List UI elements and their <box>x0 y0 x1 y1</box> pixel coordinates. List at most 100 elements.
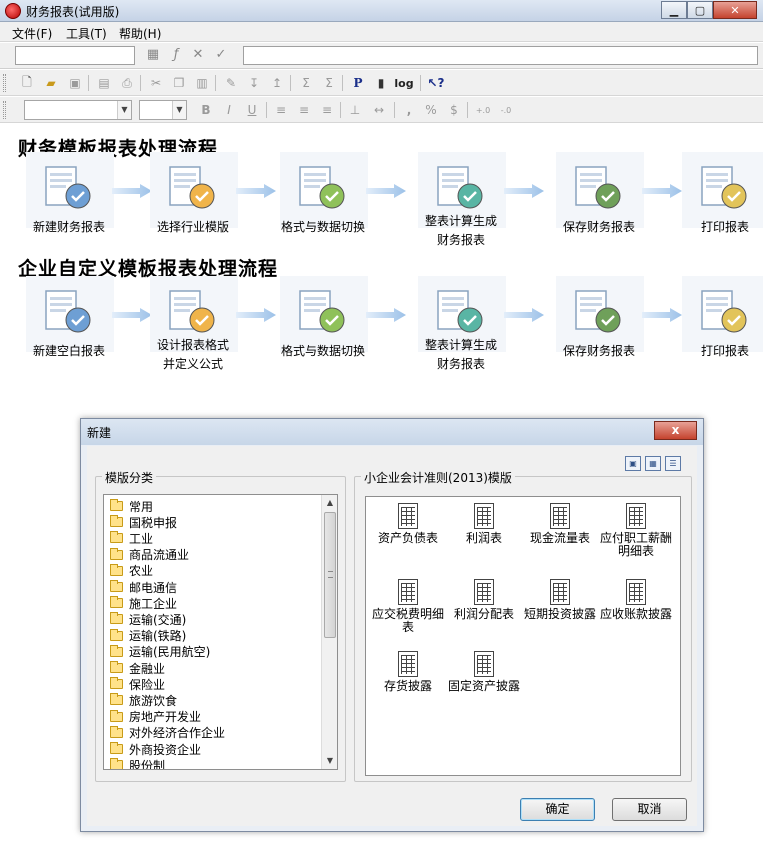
increase-decimal-icon[interactable]: +.0 <box>474 101 492 119</box>
close-button[interactable]: ✕ <box>713 1 757 19</box>
dialog-close-button[interactable]: x <box>654 421 697 440</box>
toolbar-grip[interactable] <box>3 74 6 92</box>
document-icon[interactable]: ▮ <box>372 74 390 92</box>
decrease-decimal-icon[interactable]: -.0 <box>497 101 515 119</box>
cell-reference-input[interactable] <box>15 46 135 65</box>
font-name-select[interactable]: ▼ <box>24 100 132 120</box>
category-item[interactable]: 商品流通业 <box>110 547 189 563</box>
sum-icon[interactable]: Σ <box>297 74 315 92</box>
category-item[interactable]: 工业 <box>110 530 153 546</box>
template-item[interactable]: 利润分配表 <box>446 579 522 621</box>
sort-descending-icon[interactable]: ↥ <box>268 74 286 92</box>
function-icon[interactable]: ƒ <box>168 47 184 63</box>
new-report-icon <box>40 164 100 218</box>
new-file-icon[interactable]: 🗋 <box>18 74 36 92</box>
template-item[interactable]: 应付职工薪酬明细表 <box>598 503 674 558</box>
list-view-icon[interactable]: ☰ <box>665 456 681 471</box>
category-item[interactable]: 股份制 <box>110 757 165 769</box>
column-width-icon[interactable]: ↔ <box>370 101 388 119</box>
template-list[interactable]: 资产负债表 利润表 现金流量表 应付职工薪酬明细表应交税费明细表 利润分配表 短期投资披露… <box>365 496 681 776</box>
cancel-button[interactable]: 取消 <box>612 798 687 821</box>
log-button[interactable]: log <box>394 74 413 92</box>
step-label: 设计报表格式 并定义公式 <box>156 338 229 371</box>
template-item[interactable]: 应收账款披露 <box>598 579 674 621</box>
scroll-thumb[interactable] <box>324 512 336 638</box>
row-height-icon[interactable]: ⊥ <box>346 101 364 119</box>
open-folder-icon[interactable]: ▰ <box>42 74 60 92</box>
scroll-down-icon[interactable]: ▼ <box>322 753 337 769</box>
ok-button[interactable]: 确定 <box>520 798 595 821</box>
minimize-button[interactable]: ▁ <box>661 1 687 19</box>
italic-icon[interactable]: I <box>220 101 238 119</box>
paste-icon[interactable]: ▥ <box>193 74 211 92</box>
align-left-icon[interactable]: ≡ <box>272 101 290 119</box>
window-title: 财务报表(试用版) <box>26 5 120 19</box>
print-preview-icon[interactable]: ▤ <box>95 74 113 92</box>
align-center-icon[interactable]: ≡ <box>295 101 313 119</box>
category-item[interactable]: 房地产开发业 <box>110 709 201 725</box>
category-item[interactable]: 外商投资企业 <box>110 741 201 757</box>
category-item[interactable]: 施工企业 <box>110 595 177 611</box>
copy-icon[interactable]: ❐ <box>170 74 188 92</box>
dialog-title-bar: 新建 x <box>81 419 703 445</box>
sort-ascending-icon[interactable]: ↧ <box>245 74 263 92</box>
print-icon[interactable]: ⎙ <box>118 74 136 92</box>
menu-tools[interactable]: 工具(T) <box>66 25 107 42</box>
menu-file[interactable]: 文件(F) <box>12 25 52 42</box>
chevron-down-icon[interactable]: ▼ <box>172 101 186 119</box>
confirm-formula-icon[interactable]: ✓ <box>213 47 229 63</box>
save-report-icon <box>570 288 630 342</box>
category-item[interactable]: 运输(民用航空) <box>110 644 210 660</box>
dialog-title: 新建 <box>87 426 112 440</box>
template-item[interactable]: 短期投资披露 <box>522 579 598 621</box>
sum-column-icon[interactable]: Σ <box>320 74 338 92</box>
underline-icon[interactable]: U <box>243 101 261 119</box>
format-switch-icon <box>294 164 354 218</box>
category-label: 对外经济合作企业 <box>129 726 226 741</box>
chevron-down-icon[interactable]: ▼ <box>117 101 131 119</box>
formula-input[interactable] <box>243 46 758 65</box>
category-item[interactable]: 常用 <box>110 498 153 514</box>
template-item[interactable]: 固定资产披露 <box>446 651 522 693</box>
scroll-up-icon[interactable]: ▲ <box>322 495 337 511</box>
category-item[interactable]: 旅游饮食 <box>110 692 177 708</box>
cut-icon[interactable]: ✂ <box>147 74 165 92</box>
category-item[interactable]: 农业 <box>110 563 153 579</box>
comma-style-icon[interactable]: , <box>400 101 418 119</box>
template-item[interactable]: 利润表 <box>446 503 522 545</box>
template-item[interactable]: 存货披露 <box>370 651 446 693</box>
currency-icon[interactable]: $ <box>445 101 463 119</box>
category-item[interactable]: 运输(交通) <box>110 611 186 627</box>
category-item[interactable]: 保险业 <box>110 676 165 692</box>
category-item[interactable]: 邮电通信 <box>110 579 177 595</box>
calculator-icon[interactable]: ▦ <box>145 47 161 63</box>
menu-help[interactable]: 帮助(H) <box>119 25 161 42</box>
template-item[interactable]: 现金流量表 <box>522 503 598 545</box>
category-item[interactable]: 运输(铁路) <box>110 628 186 644</box>
template-item[interactable]: 资产负债表 <box>370 503 446 545</box>
maximize-button[interactable]: ▢ <box>687 1 713 19</box>
bold-icon[interactable]: B <box>197 101 215 119</box>
format-painter-icon[interactable]: ✎ <box>222 74 240 92</box>
large-icon-view-icon[interactable]: ▣ <box>625 456 641 471</box>
save-icon[interactable]: ▣ <box>66 74 84 92</box>
toolbar-grip[interactable] <box>3 101 6 119</box>
p-icon[interactable]: P <box>349 74 367 92</box>
small-icon-view-icon[interactable]: ▦ <box>645 456 661 471</box>
folder-icon <box>110 758 123 769</box>
align-right-icon[interactable]: ≡ <box>318 101 336 119</box>
view-mode-buttons: ▣ ▦ ☰ <box>625 456 681 471</box>
cancel-formula-icon[interactable]: ✕ <box>190 47 206 63</box>
category-item[interactable]: 金融业 <box>110 660 165 676</box>
category-item[interactable]: 对外经济合作企业 <box>110 725 225 741</box>
step-label: 打印报表 <box>700 220 749 234</box>
category-tree[interactable]: 常用 国税申报 工业 商品流通业 农业 邮电通信 施工企业 运输(交通) 运输(铁路) 运输(民用… <box>103 494 338 770</box>
help-pointer-icon[interactable]: ↖? <box>427 74 445 92</box>
category-scrollbar[interactable]: ▲ ▼ <box>321 495 337 769</box>
category-label: 外商投资企业 <box>129 742 202 757</box>
category-item[interactable]: 国税申报 <box>110 514 177 530</box>
percent-icon[interactable]: % <box>422 101 440 119</box>
font-size-select[interactable]: ▼ <box>139 100 187 120</box>
template-item[interactable]: 应交税费明细表 <box>370 579 446 634</box>
step-label: 选择行业模版 <box>156 220 229 234</box>
